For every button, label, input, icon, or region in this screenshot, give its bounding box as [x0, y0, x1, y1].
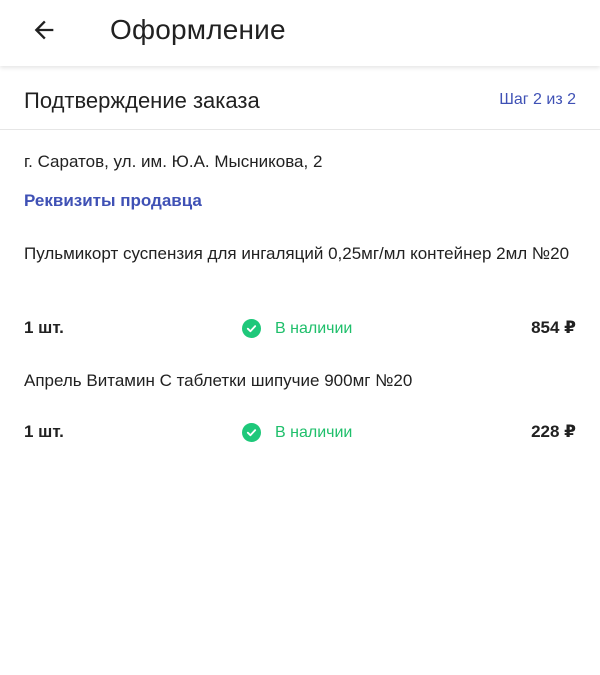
product-row: 1 шт. В наличии 854 ₽ [0, 318, 600, 342]
back-button[interactable] [26, 12, 62, 48]
availability-status: В наличии [242, 319, 352, 338]
check-circle-icon [242, 319, 261, 338]
product-price: 228 ₽ [531, 422, 576, 441]
availability-status: В наличии [242, 423, 352, 442]
product-quantity: 1 шт. [24, 318, 64, 337]
availability-label: В наличии [275, 319, 353, 337]
seller-details-link[interactable]: Реквизиты продавца [24, 191, 202, 211]
step-indicator: Шаг 2 из 2 [499, 91, 576, 108]
product-quantity: 1 шт. [24, 422, 64, 441]
section-title: Подтверждение заказа [24, 88, 260, 113]
pharmacy-address: г. Саратов, ул. им. Ю.А. Мысникова, 2 [24, 152, 323, 171]
product-row: 1 шт. В наличии 228 ₽ [0, 422, 600, 446]
product-name: Апрель Витамин С таблетки шипучие 900мг … [24, 371, 413, 390]
availability-label: В наличии [275, 423, 353, 441]
product-name: Пульмикорт суспензия для ингаляций 0,25м… [24, 244, 570, 263]
page-title: Оформление [110, 14, 286, 45]
app-bar: Оформление [0, 0, 600, 66]
product-price: 854 ₽ [531, 318, 576, 337]
check-circle-icon [242, 423, 261, 442]
arrow-left-icon [34, 20, 54, 40]
section-header: Подтверждение заказа Шаг 2 из 2 [0, 70, 600, 130]
